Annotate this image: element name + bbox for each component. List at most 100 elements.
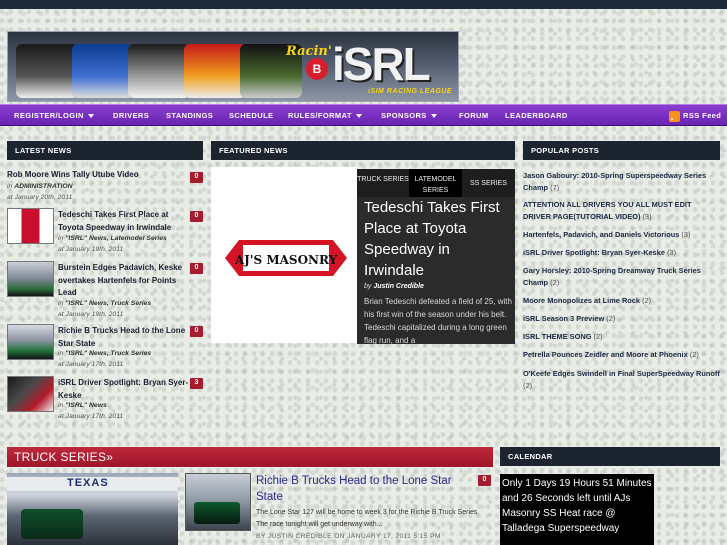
comment-count: (7): [550, 183, 560, 192]
comment-count: (2): [689, 350, 699, 359]
comment-count: (3): [681, 230, 691, 239]
nav-label: RULES/FORMAT: [288, 111, 352, 120]
popular-post-link[interactable]: ISRL THEME SONG: [523, 332, 591, 341]
news-title-link[interactable]: Richie B Trucks Head to the Lone Star St…: [58, 325, 193, 350]
news-category[interactable]: "ISRL" News, Truck Series: [65, 300, 151, 307]
featured-image[interactable]: AJ'S MASONRY: [211, 167, 357, 343]
tab-latemodel-series[interactable]: LATEMODEL SERIES: [409, 169, 462, 197]
banner-car-image: [184, 44, 246, 98]
popular-post-item[interactable]: ATTENTION ALL DRIVERS YOU ALL MUST EDIT …: [523, 199, 720, 223]
nav-schedule[interactable]: SCHEDULE: [229, 105, 273, 126]
popular-post-link[interactable]: Moore Monopolizes at Lime Rock: [523, 296, 640, 305]
comment-count: (2): [550, 278, 560, 287]
truck-series-image[interactable]: TEXAS: [7, 473, 178, 545]
nav-drivers[interactable]: DRIVERS: [113, 105, 149, 126]
calendar-heading: CALENDAR: [500, 447, 720, 466]
popular-post-item[interactable]: Petrella Pounces Zeidler and Moore at Ph…: [523, 349, 720, 361]
news-category[interactable]: ADMINISTRATION: [14, 183, 72, 190]
popular-post-link[interactable]: iSRL Driver Spotlight: Bryan Syer-Keske: [523, 248, 665, 257]
truck-series-heading[interactable]: TRUCK SERIES»: [7, 447, 493, 467]
popular-post-item[interactable]: Jason Gaboury: 2010-Spring Superspeedway…: [523, 170, 720, 194]
popular-post-item[interactable]: iSRL Season 3 Preview (2): [523, 313, 720, 325]
chevron-down-icon: [87, 114, 94, 119]
news-meta: in "ISRL" News: [58, 401, 193, 412]
comment-count-badge[interactable]: 0: [190, 326, 203, 337]
news-category[interactable]: "ISRL" News, Latemodel Series: [65, 235, 167, 242]
news-meta: in ADMINISTRATION: [7, 182, 187, 193]
featured-news-heading: FEATURED NEWS: [211, 141, 515, 160]
news-title-link[interactable]: Burstein Edges Padavich, Keske overtakes…: [58, 262, 193, 300]
nav-forum[interactable]: FORUM: [459, 105, 489, 126]
news-title-link[interactable]: Rob Moore Wins Tally Utube Video: [7, 169, 187, 182]
popular-posts-heading: POPULAR POSTS: [523, 141, 720, 160]
popular-post-link[interactable]: ATTENTION ALL DRIVERS YOU ALL MUST EDIT …: [523, 200, 691, 221]
news-meta: in "ISRL" News, Latemodel Series: [58, 234, 193, 245]
news-thumbnail[interactable]: [7, 208, 54, 244]
news-category[interactable]: "ISRL" News, Truck Series: [65, 350, 151, 357]
nav-sponsors[interactable]: SPONSORS: [381, 105, 437, 126]
truck-post-excerpt: The Lone Star 127 will be home to week 3…: [256, 509, 478, 528]
news-thumbnail[interactable]: [7, 324, 54, 360]
popular-post-link[interactable]: Hartenfels, Padavich, and Daniels Victor…: [523, 230, 679, 239]
news-thumbnail[interactable]: [7, 261, 54, 297]
truck-post-title-link[interactable]: Richie B Trucks Head to the Lone Star St…: [256, 473, 471, 505]
nav-label: LEADERBOARD: [505, 111, 568, 120]
news-thumbnail[interactable]: [7, 376, 54, 412]
popular-post-item[interactable]: Hartenfels, Padavich, and Daniels Victor…: [523, 229, 720, 241]
logo-badge: B: [306, 58, 328, 80]
site-banner[interactable]: Racin' B iSRL iSIM RACING LEAGUE: [7, 31, 459, 102]
site-logo[interactable]: Racin' B iSRL iSIM RACING LEAGUE: [284, 38, 458, 98]
popular-post-item[interactable]: Gary Horsley: 2010-Spring Dreamway Truck…: [523, 265, 720, 289]
news-title-link[interactable]: Tedeschi Takes First Place at Toyota Spe…: [58, 209, 188, 234]
nav-standings[interactable]: STANDINGS: [166, 105, 213, 126]
news-date: at January 19th, 2011: [58, 246, 124, 253]
rss-icon: [669, 110, 680, 122]
sponsor-logo-text: AJ'S MASONRY: [234, 253, 338, 267]
popular-post-item[interactable]: Moore Monopolizes at Lime Rock (2): [523, 295, 720, 307]
meta-in: in: [58, 350, 64, 357]
list-item[interactable]: iSRL Driver Spotlight: Bryan Syer-Keske …: [7, 376, 203, 426]
comment-count-badge[interactable]: 0: [478, 475, 491, 486]
popular-post-item[interactable]: ISRL THEME SONG (2): [523, 331, 720, 343]
comment-count: (3): [667, 248, 677, 257]
popular-post-link[interactable]: iSRL Season 3 Preview: [523, 314, 604, 323]
tab-ss-series[interactable]: SS SERIES: [462, 169, 515, 197]
meta-in: in: [58, 402, 64, 409]
comment-count-badge[interactable]: 0: [190, 211, 203, 222]
meta-in: in: [7, 183, 13, 190]
nav-label: REGISTER/LOGIN: [14, 111, 84, 120]
popular-post-link[interactable]: O'Keefe Edges Swindell in Final SuperSpe…: [523, 369, 720, 378]
list-item[interactable]: Tedeschi Takes First Place at Toyota Spe…: [7, 208, 203, 260]
rss-feed-link[interactable]: RSS Feed: [669, 105, 721, 126]
texas-sign-text: TEXAS: [67, 477, 109, 489]
news-category[interactable]: "ISRL" News: [65, 402, 107, 409]
nav-label: DRIVERS: [113, 111, 150, 120]
news-meta: in "ISRL" News, Truck Series: [58, 299, 193, 310]
news-title-link[interactable]: iSRL Driver Spotlight: Bryan Syer-Keske: [58, 377, 193, 402]
popular-post-item[interactable]: iSRL Driver Spotlight: Bryan Syer-Keske …: [523, 247, 720, 259]
nav-label: SPONSORS: [381, 111, 427, 120]
truck-image: [21, 509, 83, 539]
nav-rules-format[interactable]: RULES/FORMAT: [288, 105, 362, 126]
list-item[interactable]: Richie B Trucks Head to the Lone Star St…: [7, 324, 203, 376]
meta-in: in: [58, 300, 64, 307]
nav-register-login[interactable]: REGISTER/LOGIN: [14, 105, 94, 126]
comment-count-badge[interactable]: 0: [190, 263, 203, 274]
nav-leaderboard[interactable]: LEADERBOARD: [505, 105, 568, 126]
featured-author[interactable]: Justin Credible: [373, 283, 424, 290]
comment-count: (2): [593, 332, 603, 341]
popular-post-item[interactable]: O'Keefe Edges Swindell in Final SuperSpe…: [523, 368, 720, 392]
comment-count-badge[interactable]: 3: [190, 378, 203, 389]
comment-count: (2): [606, 314, 616, 323]
chevron-down-icon: [430, 114, 437, 119]
featured-title-link[interactable]: Tedeschi Takes First Place at Toyota Spe…: [364, 197, 514, 281]
news-date: at January 17th, 2011: [58, 361, 124, 368]
popular-post-link[interactable]: Petrella Pounces Zeidler and Moore at Ph…: [523, 350, 688, 359]
comment-count-badge[interactable]: 0: [190, 172, 203, 183]
news-date: at January 19th, 2011: [58, 311, 124, 318]
tab-truck-series[interactable]: TRUCK SERIES: [357, 169, 409, 197]
main-nav: REGISTER/LOGIN DRIVERS STANDINGS SCHEDUL…: [0, 104, 727, 126]
truck-post-thumbnail[interactable]: [185, 473, 251, 531]
list-item[interactable]: Burstein Edges Padavich, Keske overtakes…: [7, 261, 203, 323]
list-item[interactable]: Rob Moore Wins Tally Utube Video in ADMI…: [7, 168, 203, 208]
